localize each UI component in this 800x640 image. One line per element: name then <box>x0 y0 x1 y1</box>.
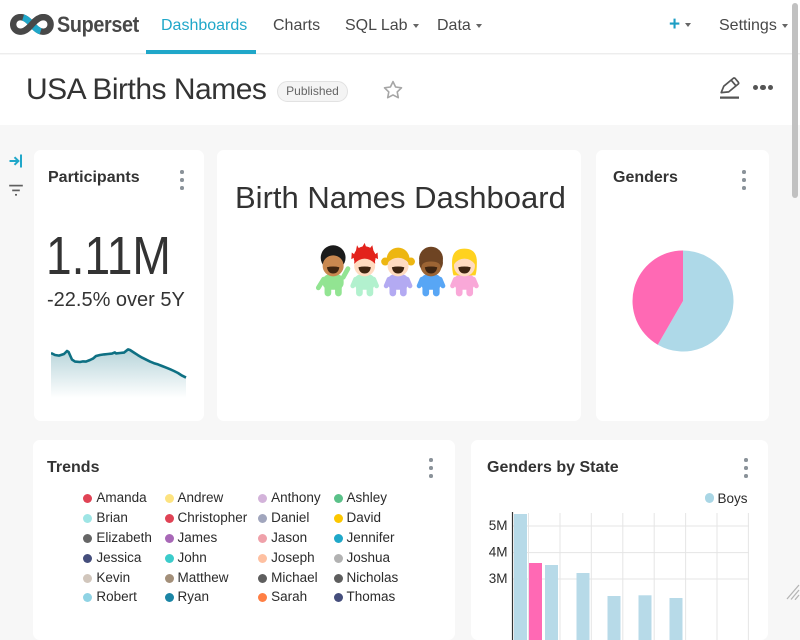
svg-text:5M: 5M <box>489 518 508 533</box>
svg-text:4M: 4M <box>489 545 508 560</box>
svg-text:3M: 3M <box>489 571 508 586</box>
